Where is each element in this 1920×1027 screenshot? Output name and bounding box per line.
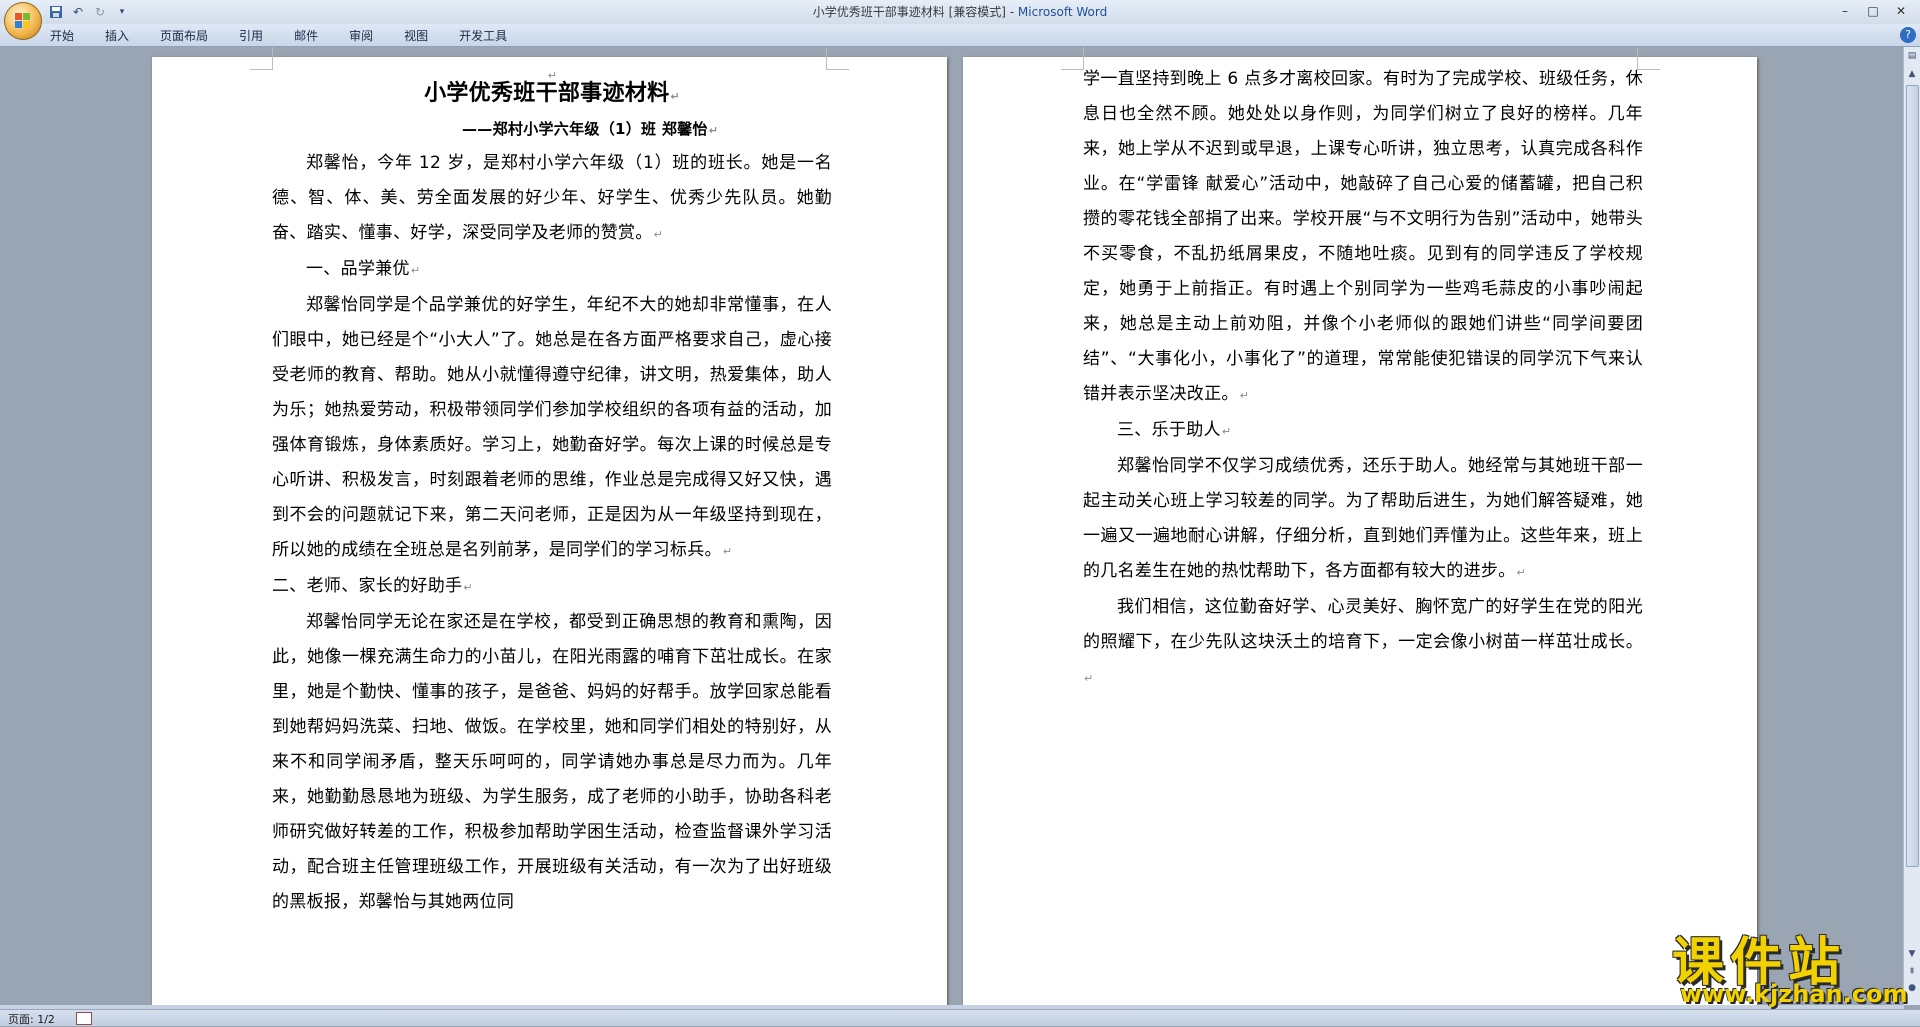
window-controls: – □ ✕ (1832, 2, 1914, 20)
section-heading: 三、乐于助人↵ (1083, 413, 1643, 449)
paragraph-mark: ↵ (410, 264, 421, 277)
subtitle-text: ——郑村小学六年级（1）班 郑馨怡 (462, 120, 708, 138)
paragraph: 我们相信，这位勤奋好学、心灵美好、胸怀宽广的好学生在党的阳光的照耀下，在少先队这… (1083, 590, 1643, 696)
office-button[interactable] (4, 2, 42, 40)
title-bar: ↶ ↻ ▾ 小学优秀班干部事迹材料 [兼容模式] - Microsoft Wor… (0, 0, 1920, 40)
section-heading: 一、品学兼优↵ (272, 252, 832, 288)
page-2[interactable]: 学一直坚持到晚上 6 点多才离校回家。有时为了完成学校、班级任务，休息日也全然不… (963, 47, 1757, 1005)
status-bar: 页面: 1/2 (0, 1009, 1920, 1026)
paragraph-text: 郑馨怡同学是个品学兼优的好学生，年纪不大的她却非常懂事，在人们眼中，她已经是个“… (272, 295, 832, 560)
scroll-up-icon[interactable]: ▲ (1905, 67, 1919, 81)
tab-home[interactable]: 开始 (50, 27, 74, 44)
tab-review[interactable]: 审阅 (349, 27, 373, 44)
watermark-logo: 课件站 www.kjzhan.com (1664, 920, 1920, 1008)
redo-icon[interactable]: ↻ (92, 4, 108, 20)
tab-page-layout[interactable]: 页面布局 (160, 27, 208, 44)
paragraph: 郑馨怡同学是个品学兼优的好学生，年纪不大的她却非常懂事，在人们眼中，她已经是个“… (272, 288, 832, 569)
paragraph: 郑馨怡同学无论在家还是在学校，都受到正确思想的教育和熏陶，因此，她像一棵充满生命… (272, 605, 832, 920)
ribbon-tabs: 开始 插入 页面布局 引用 邮件 审阅 视图 开发工具 (50, 24, 538, 46)
save-icon[interactable] (48, 4, 64, 20)
paragraph-mark: ↵ (653, 228, 664, 241)
paragraph-text: 学一直坚持到晚上 6 点多才离校回家。有时为了完成学校、班级任务，休息日也全然不… (1083, 69, 1643, 404)
heading-text: 三、乐于助人 (1117, 420, 1221, 440)
document-title: 小学优秀班干部事迹材料 [兼容模式] - (812, 5, 1018, 19)
crop-mark (1061, 47, 1084, 70)
paragraph-text: 郑馨怡同学不仅学习成绩优秀，还乐于助人。她经常与其她班干部一起主动关心班上学习较… (1083, 456, 1643, 581)
proofing-icon[interactable] (76, 1012, 92, 1025)
watermark-url: www.kjzhan.com (1680, 980, 1908, 1008)
window-title: 小学优秀班干部事迹材料 [兼容模式] - Microsoft Word (0, 0, 1920, 24)
close-button[interactable]: ✕ (1888, 2, 1914, 20)
paragraph: 郑馨怡同学不仅学习成绩优秀，还乐于助人。她经常与其她班干部一起主动关心班上学习较… (1083, 449, 1643, 590)
empty-paragraph: ↵ (272, 57, 832, 82)
maximize-button[interactable]: □ (1860, 2, 1886, 20)
document-subtitle: ——郑村小学六年级（1）班 郑馨怡↵ (272, 114, 832, 146)
ribbon-tabs-bar: 开始 插入 页面布局 引用 邮件 审阅 视图 开发工具 ? (0, 24, 1920, 47)
crop-mark (250, 47, 273, 70)
paragraph-text: 郑馨怡，今年 12 岁，是郑村小学六年级（1）班的班长。她是一名德、智、体、美、… (272, 153, 832, 243)
tab-view[interactable]: 视图 (404, 27, 428, 44)
quick-access-toolbar: ↶ ↻ ▾ (48, 2, 130, 22)
paragraph: 郑馨怡，今年 12 岁，是郑村小学六年级（1）班的班长。她是一名德、智、体、美、… (272, 146, 832, 252)
vertical-scrollbar[interactable]: ▤ ▲ ▼ ⇞ ● (1903, 47, 1920, 1005)
paragraph-mark: ↵ (670, 90, 680, 103)
paragraph-mark: ↵ (463, 581, 473, 594)
tab-references[interactable]: 引用 (239, 27, 263, 44)
tab-insert[interactable]: 插入 (105, 27, 129, 44)
section-heading: 二、老师、家长的好助手↵ (272, 569, 832, 605)
paragraph-text: 我们相信，这位勤奋好学、心灵美好、胸怀宽广的好学生在党的阳光的照耀下，在少先队这… (1083, 597, 1643, 652)
help-icon[interactable]: ? (1900, 27, 1916, 43)
page-1[interactable]: ↵ 小学优秀班干部事迹材料↵ ——郑村小学六年级（1）班 郑馨怡↵ 郑馨怡，今年… (152, 47, 947, 1005)
heading-text: 小学优秀班干部事迹材料 (424, 81, 670, 106)
tab-mailings[interactable]: 邮件 (294, 27, 318, 44)
undo-icon[interactable]: ↶ (70, 4, 86, 20)
paragraph-mark: ↵ (1221, 425, 1232, 438)
paragraph-mark: ↵ (722, 545, 733, 558)
scrollbar-thumb[interactable] (1906, 85, 1919, 867)
page-2-body: 学一直坚持到晚上 6 点多才离校回家。有时为了完成学校、班级任务，休息日也全然不… (1083, 62, 1643, 696)
paragraph-mark: ↵ (1239, 389, 1250, 402)
paragraph-mark: ↵ (708, 124, 719, 137)
heading-text: 一、品学兼优 (306, 259, 410, 279)
office-logo-icon (15, 13, 31, 29)
tab-developer[interactable]: 开发工具 (459, 27, 507, 44)
document-title-heading: 小学优秀班干部事迹材料↵ (272, 77, 832, 114)
minimize-button[interactable]: – (1832, 2, 1858, 20)
heading-text: 二、老师、家长的好助手 (272, 576, 463, 596)
document-workspace: ↵ 小学优秀班干部事迹材料↵ ——郑村小学六年级（1）班 郑馨怡↵ 郑馨怡，今年… (0, 47, 1904, 1005)
app-name: Microsoft Word (1017, 5, 1108, 19)
paragraph-mark: ↵ (1516, 566, 1527, 579)
customize-qat-icon[interactable]: ▾ (114, 4, 130, 20)
paragraph-text: 郑馨怡同学无论在家还是在学校，都受到正确思想的教育和熏陶，因此，她像一棵充满生命… (272, 612, 832, 912)
paragraph-mark: ↵ (1084, 672, 1094, 685)
page-1-body: ↵ 小学优秀班干部事迹材料↵ ——郑村小学六年级（1）班 郑馨怡↵ 郑馨怡，今年… (272, 57, 832, 920)
paragraph: 学一直坚持到晚上 6 点多才离校回家。有时为了完成学校、班级任务，休息日也全然不… (1083, 62, 1643, 413)
ruler-toggle-icon[interactable]: ▤ (1905, 49, 1919, 63)
